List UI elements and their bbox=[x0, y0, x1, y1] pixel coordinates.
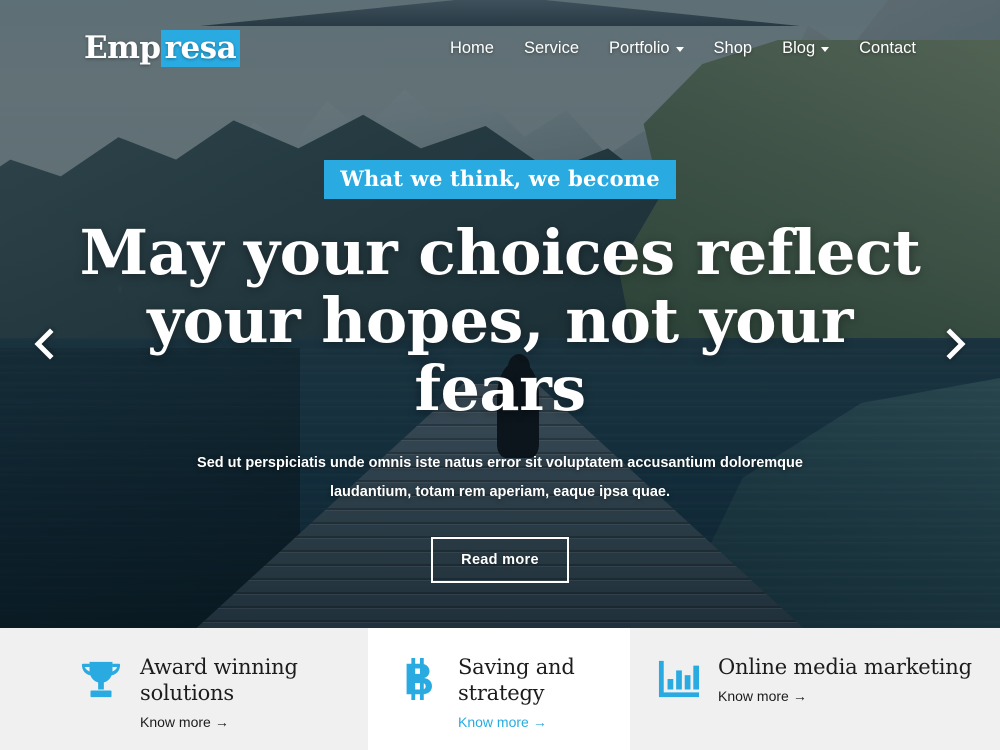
nav-label-shop: Shop bbox=[713, 38, 753, 57]
nav-label-home: Home bbox=[449, 38, 494, 57]
main-navigation: Home Service Portfolio Shop Blog Contact bbox=[450, 39, 916, 58]
arrow-right-icon: → bbox=[792, 688, 807, 704]
nav-item-service[interactable]: Service bbox=[524, 39, 579, 58]
nav-item-shop[interactable]: Shop bbox=[714, 39, 753, 58]
feature-title: Online media marketing bbox=[718, 655, 972, 679]
feature-know-more-link[interactable]: Know more → bbox=[140, 714, 368, 730]
hero-content: What we think, we become May your choice… bbox=[0, 160, 1000, 583]
feature-know-more-link[interactable]: Know more → bbox=[458, 714, 630, 730]
feature-title: Award winning solutions bbox=[140, 655, 298, 705]
slider-prev-button[interactable] bbox=[22, 312, 78, 376]
chevron-left-icon bbox=[34, 328, 66, 360]
feature-know-more-link[interactable]: Know more → bbox=[718, 688, 972, 704]
hero-badge: What we think, we become bbox=[324, 160, 676, 199]
nav-label-blog: Blog bbox=[782, 38, 816, 57]
page-root: Emp resa Home Service Portfolio Shop Blog bbox=[0, 0, 1000, 750]
nav-label-contact: Contact bbox=[859, 38, 916, 57]
chevron-down-icon bbox=[675, 47, 684, 52]
nav-label-portfolio: Portfolio bbox=[609, 38, 670, 57]
hero-slider: Emp resa Home Service Portfolio Shop Blog bbox=[0, 0, 1000, 628]
bar-chart-icon bbox=[656, 658, 702, 700]
nav-label-service: Service bbox=[523, 38, 580, 57]
nav-item-contact[interactable]: Contact bbox=[859, 39, 916, 58]
chevron-right-icon bbox=[934, 328, 966, 360]
feature-link-label: Know more bbox=[458, 714, 529, 730]
feature-link-label: Know more bbox=[718, 688, 789, 704]
logo-text-highlight: resa bbox=[160, 30, 241, 67]
hero-read-more-button[interactable]: Read more bbox=[431, 537, 569, 583]
site-header: Emp resa Home Service Portfolio Shop Blog bbox=[0, 0, 1000, 96]
hero-subtitle: Sed ut perspiciatis unde omnis iste natu… bbox=[197, 455, 803, 500]
feature-text-block: Saving and strategy Know more → bbox=[458, 654, 630, 730]
site-logo[interactable]: Emp resa bbox=[84, 30, 241, 67]
feature-card-award-winning[interactable]: Award winning solutions Know more → bbox=[0, 628, 368, 750]
arrow-right-icon: → bbox=[214, 714, 229, 730]
hero-headline: May your choices reflect your hopes, not… bbox=[79, 216, 921, 425]
nav-item-portfolio[interactable]: Portfolio bbox=[609, 39, 684, 58]
feature-bar: Award winning solutions Know more → Savin… bbox=[0, 628, 1000, 750]
feature-card-online-media-marketing[interactable]: Online media marketing Know more → bbox=[630, 628, 1000, 750]
logo-text-plain: Emp bbox=[84, 30, 161, 66]
chevron-down-icon bbox=[821, 47, 830, 52]
feature-title: Saving and strategy bbox=[458, 655, 575, 705]
arrow-right-icon: → bbox=[532, 714, 547, 730]
nav-item-blog[interactable]: Blog bbox=[782, 38, 830, 58]
feature-text-block: Online media marketing Know more → bbox=[718, 654, 972, 704]
bitcoin-icon bbox=[396, 658, 442, 700]
feature-text-block: Award winning solutions Know more → bbox=[140, 654, 368, 730]
slider-next-button[interactable] bbox=[922, 312, 978, 376]
nav-item-home[interactable]: Home bbox=[450, 39, 494, 58]
feature-link-label: Know more bbox=[140, 714, 211, 730]
feature-card-saving-strategy[interactable]: Saving and strategy Know more → bbox=[368, 628, 630, 750]
trophy-icon bbox=[78, 658, 124, 700]
